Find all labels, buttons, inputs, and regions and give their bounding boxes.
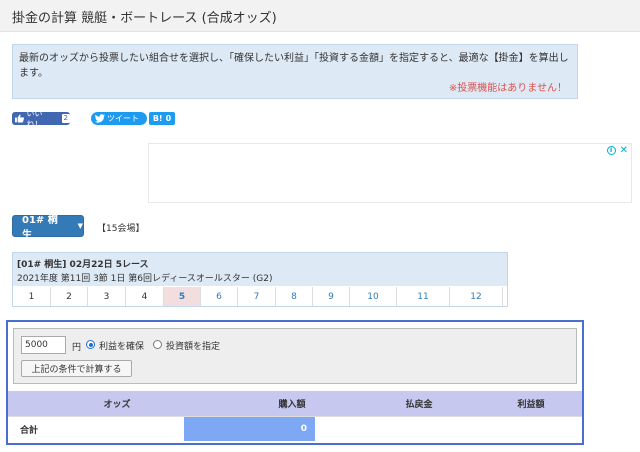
tweet-button[interactable]: ツイート: [91, 112, 147, 125]
profit-option-label[interactable]: 利益を確保: [99, 339, 144, 352]
header-odds: オッズ: [103, 400, 131, 410]
ad-info-icon[interactable]: i: [606, 146, 616, 155]
total-payout: [315, 417, 462, 441]
ad-controls: i ✕: [606, 146, 628, 156]
race-tab-8[interactable]: 8: [276, 287, 313, 306]
race-tab-11[interactable]: 11: [397, 287, 450, 306]
race-tab-12[interactable]: 12: [450, 287, 503, 306]
yen-unit-label: 円: [72, 343, 82, 353]
race-title: [01# 桐生] 02月22日 5レース: [17, 260, 149, 270]
race-tab-4[interactable]: 4: [126, 287, 164, 306]
race-tab-7[interactable]: 7: [238, 287, 276, 306]
total-profit: [462, 417, 582, 441]
page-title: 掛金の計算 競艇・ボートレース (合成オッズ): [12, 11, 277, 26]
total-row: 合計 0: [8, 416, 582, 441]
hatena-count: 0: [165, 114, 172, 123]
race-number-tabs: 1 2 3 4 5 6 7 8 9 10 11 12: [13, 287, 507, 306]
race-info: [01# 桐生] 02月22日 5レース 2021年度 第11回 3節 1日 第…: [13, 253, 507, 286]
advertisement-frame: i ✕: [148, 143, 632, 203]
header-payout: 払戻金: [405, 400, 433, 410]
info-text: 最新のオッズから投票したい組合せを選択し、「確保したい利益」「投資する金額」を指…: [19, 53, 569, 79]
calculator-form: 円 利益を確保 投資額を指定 上記の条件で計算する: [13, 328, 577, 384]
invest-option-radio[interactable]: [153, 340, 162, 349]
no-voting-warning: ※投票機能はありません！: [448, 83, 567, 94]
amount-input[interactable]: [21, 336, 66, 354]
race-tab-9[interactable]: 9: [313, 287, 350, 306]
race-subtitle: 2021年度 第11回 3節 1日 第6回レディースオールスター (G2): [17, 274, 273, 284]
tweet-label: ツイート: [107, 114, 139, 123]
page-header: 掛金の計算 競艇・ボートレース (合成オッズ): [0, 0, 640, 32]
thumbs-up-icon: [15, 114, 24, 123]
twitter-bird-icon: [95, 114, 105, 123]
facebook-like-button[interactable]: いいね！ 2: [12, 109, 70, 129]
profit-option-radio[interactable]: [86, 340, 95, 349]
venue-count: 【15会場】: [97, 224, 145, 234]
race-tab-2[interactable]: 2: [51, 287, 88, 306]
invest-option-label[interactable]: 投資額を指定: [166, 339, 220, 352]
like-count: 2: [61, 114, 70, 123]
calculate-button[interactable]: 上記の条件で計算する: [21, 360, 132, 377]
header-purchase: 購入額: [278, 400, 306, 410]
race-tab-10[interactable]: 10: [350, 287, 397, 306]
race-tab-1[interactable]: 1: [13, 287, 51, 306]
venue-dropdown[interactable]: 01# 桐生 ▼: [12, 215, 84, 241]
total-label: 合計: [20, 425, 39, 436]
race-tab-3[interactable]: 3: [88, 287, 126, 306]
hatena-bookmark-button[interactable]: B! 0: [149, 112, 175, 125]
like-label: いいね！: [26, 108, 43, 129]
header-profit: 利益額: [517, 400, 545, 410]
ad-close-icon[interactable]: ✕: [620, 146, 628, 156]
result-table: オッズ 購入額 払戻金 利益額 合計 0: [8, 391, 582, 441]
race-tab-6[interactable]: 6: [201, 287, 238, 306]
calculator-section: 円 利益を確保 投資額を指定 上記の条件で計算する オッズ 購入額 払戻金 利益…: [6, 320, 584, 445]
hatena-bookmark-icon: B!: [152, 114, 163, 123]
caret-down-icon: ▼: [77, 222, 83, 230]
race-panel: [01# 桐生] 02月22日 5レース 2021年度 第11回 3節 1日 第…: [12, 252, 508, 307]
info-box: 最新のオッズから投票したい組合せを選択し、「確保したい利益」「投資する金額」を指…: [12, 44, 578, 99]
total-purchase: 0: [184, 417, 315, 441]
result-table-header: オッズ 購入額 払戻金 利益額: [8, 391, 582, 416]
venue-selected-label: 01# 桐生: [22, 215, 58, 241]
race-tab-5[interactable]: 5: [164, 287, 201, 306]
